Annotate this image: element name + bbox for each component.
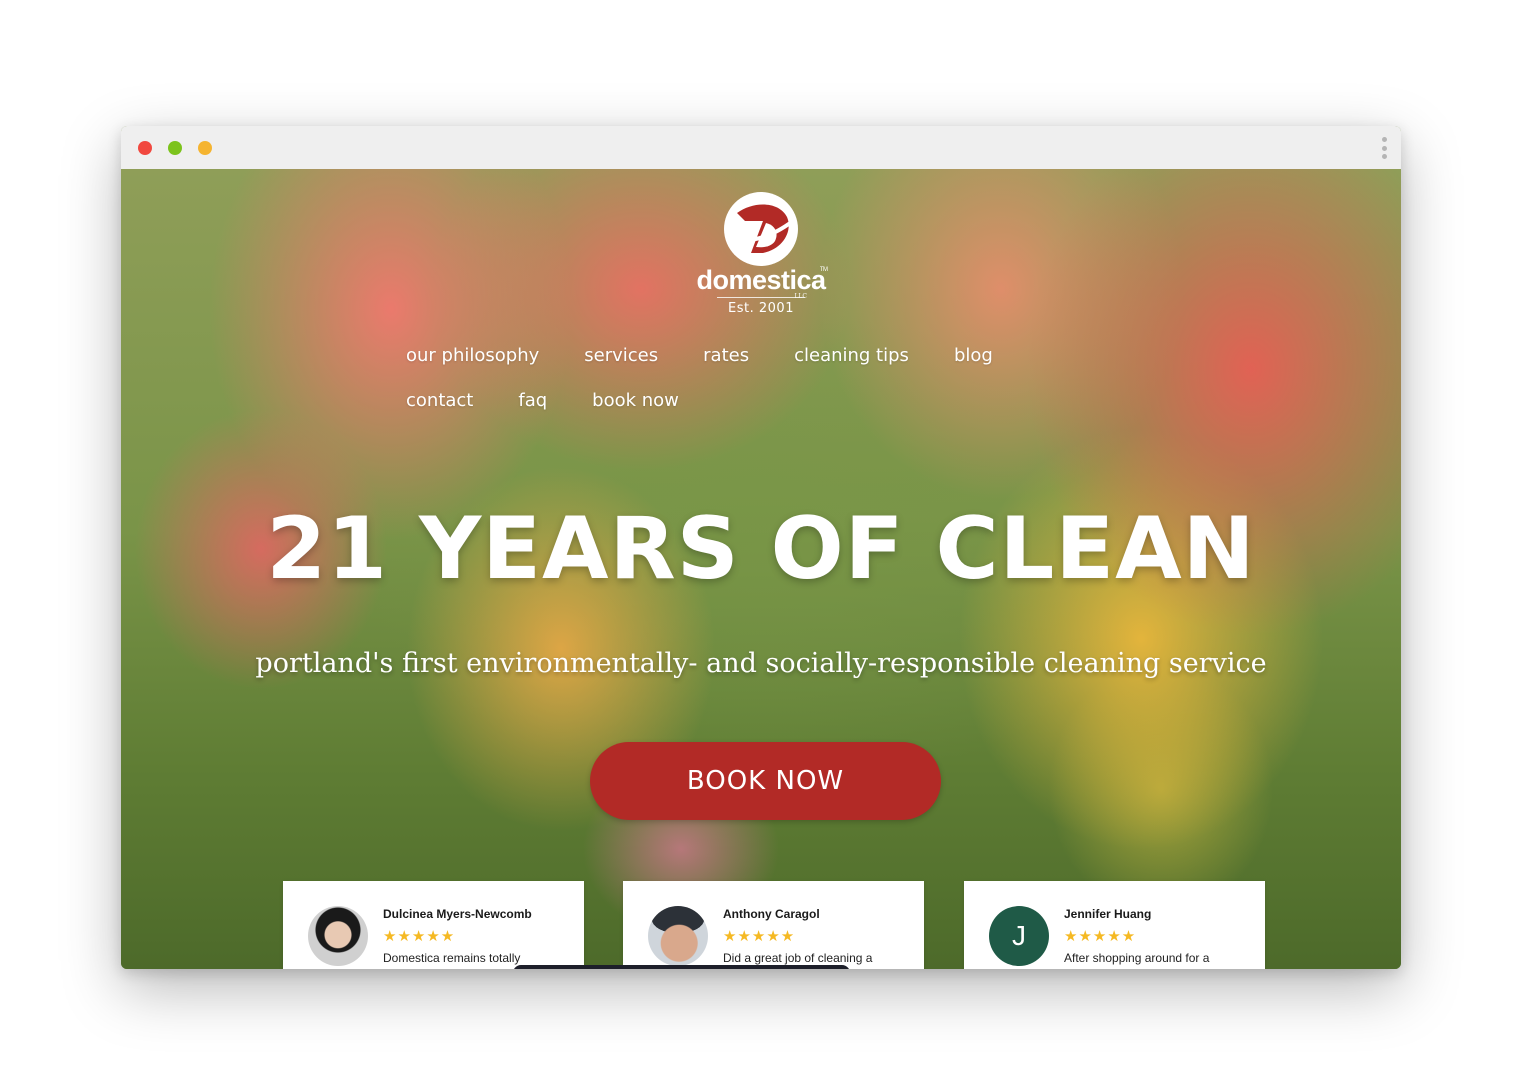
nav-item-rates[interactable]: rates bbox=[703, 343, 749, 368]
reviewer-name: Anthony Caragol bbox=[723, 907, 820, 921]
reviewer-name: Dulcinea Myers-Newcomb bbox=[383, 907, 532, 921]
kebab-menu-icon[interactable] bbox=[1381, 137, 1387, 159]
floating-widget-tab[interactable] bbox=[513, 965, 850, 969]
hero-headline: 21 YEARS OF CLEAN bbox=[266, 499, 1256, 599]
main-nav: our philosophy services rates cleaning t… bbox=[406, 343, 1106, 413]
nav-item-blog[interactable]: blog bbox=[954, 343, 993, 368]
avatar bbox=[648, 906, 708, 966]
star-rating: ★★★★★ bbox=[383, 927, 456, 945]
review-card[interactable]: Dulcinea Myers-Newcomb ★★★★★ Domestica r… bbox=[283, 881, 584, 969]
reviews-strip: Dulcinea Myers-Newcomb ★★★★★ Domestica r… bbox=[283, 881, 1266, 969]
trademark-mark: TM bbox=[819, 267, 828, 273]
nav-item-contact[interactable]: contact bbox=[406, 388, 473, 413]
brand-suffix: LLC bbox=[794, 293, 807, 300]
minimize-window-button[interactable] bbox=[168, 141, 182, 155]
reviewer-name: Jennifer Huang bbox=[1064, 907, 1152, 921]
nav-item-book-now[interactable]: book now bbox=[592, 388, 679, 413]
close-window-button[interactable] bbox=[138, 141, 152, 155]
hero-subheadline: portland's first environmentally- and so… bbox=[255, 648, 1267, 679]
avatar bbox=[308, 906, 368, 966]
zoom-window-button[interactable] bbox=[198, 141, 212, 155]
nav-item-our-philosophy[interactable]: our philosophy bbox=[406, 343, 539, 368]
review-card[interactable]: J Jennifer Huang ★★★★★ After shopping ar… bbox=[964, 881, 1265, 969]
nav-item-services[interactable]: services bbox=[584, 343, 658, 368]
review-excerpt: Domestica remains totally bbox=[383, 951, 521, 965]
star-rating: ★★★★★ bbox=[723, 927, 796, 945]
avatar: J bbox=[989, 906, 1049, 966]
review-excerpt: After shopping around for a bbox=[1064, 951, 1210, 965]
hero-section: domestica TM LLC Est. 2001 our philosophy… bbox=[121, 169, 1401, 969]
browser-titlebar bbox=[121, 126, 1401, 170]
nav-item-faq[interactable]: faq bbox=[518, 388, 547, 413]
browser-window: domestica TM LLC Est. 2001 our philosophy… bbox=[121, 126, 1401, 969]
site-logo[interactable]: domestica TM LLC Est. 2001 bbox=[121, 191, 1401, 316]
star-rating: ★★★★★ bbox=[1064, 927, 1137, 945]
brand-name: domestica TM bbox=[696, 265, 828, 295]
nav-item-cleaning-tips[interactable]: cleaning tips bbox=[794, 343, 909, 368]
book-now-button[interactable]: BOOK NOW bbox=[590, 742, 941, 820]
logo-divider: LLC bbox=[717, 293, 807, 300]
domestica-d-logo-icon bbox=[724, 192, 798, 266]
review-excerpt: Did a great job of cleaning a bbox=[723, 951, 873, 965]
established-label: Est. 2001 bbox=[728, 301, 794, 316]
review-card[interactable]: Anthony Caragol ★★★★★ Did a great job of… bbox=[623, 881, 924, 969]
